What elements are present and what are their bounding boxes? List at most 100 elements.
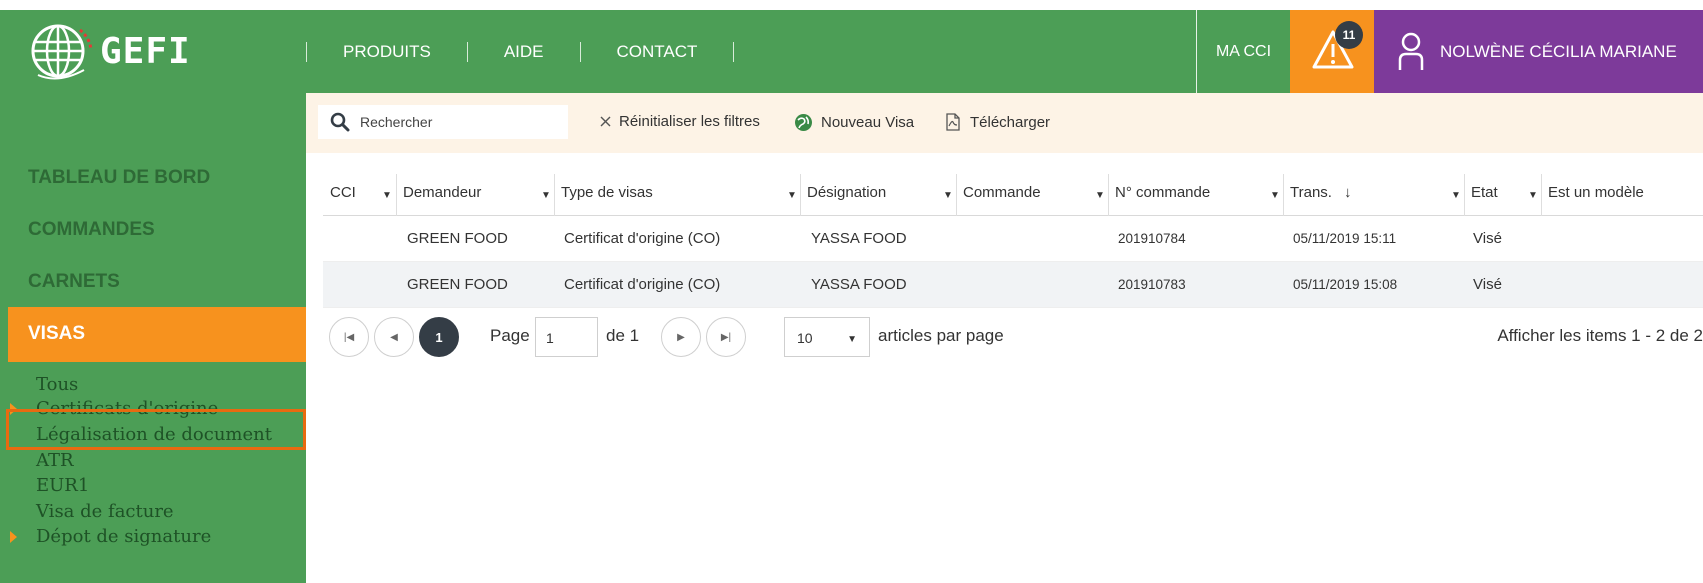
column-header-commande[interactable]: Commande bbox=[963, 168, 1041, 216]
page-total-label: de 1 bbox=[606, 326, 640, 345]
column-divider bbox=[554, 174, 555, 216]
search-input[interactable] bbox=[360, 114, 560, 130]
cell-etat: Visé bbox=[1473, 230, 1502, 247]
cell-numero: 201910783 bbox=[1118, 277, 1186, 292]
ma-cci-link[interactable]: MA CCI bbox=[1197, 10, 1290, 93]
table-header: CCI ▼ Demandeur ▼ Type de visas ▼ Désign… bbox=[323, 168, 1703, 216]
previous-page-button[interactable]: ◀ bbox=[374, 317, 414, 357]
sidebar-sub-visa-facture[interactable]: Visa de facture bbox=[36, 501, 174, 522]
cell-designation: YASSA FOOD bbox=[811, 230, 907, 247]
sidebar-item-commandes[interactable]: COMMANDES bbox=[28, 219, 155, 241]
cell-etat: Visé bbox=[1473, 276, 1502, 293]
cell-designation: YASSA FOOD bbox=[811, 276, 907, 293]
visas-table: CCI ▼ Demandeur ▼ Type de visas ▼ Désign… bbox=[323, 168, 1703, 308]
column-title: Etat bbox=[1471, 183, 1498, 201]
column-header-designation[interactable]: Désignation bbox=[807, 168, 886, 216]
column-title: N° commande bbox=[1115, 183, 1211, 201]
last-page-icon: ▶| bbox=[720, 331, 732, 343]
nav-produits[interactable]: PRODUITS bbox=[307, 42, 467, 62]
sidebar-item-carnets[interactable]: CARNETS bbox=[28, 271, 120, 293]
nav-contact[interactable]: CONTACT bbox=[581, 42, 734, 62]
column-header-etat[interactable]: Etat bbox=[1471, 168, 1498, 216]
pdf-file-icon bbox=[946, 113, 960, 131]
next-page-icon: ▶ bbox=[677, 331, 685, 343]
sidebar-sub-depot-signature[interactable]: Dépot de signature bbox=[36, 526, 211, 547]
logo-text: GEFI bbox=[100, 30, 191, 72]
next-page-button[interactable]: ▶ bbox=[661, 317, 701, 357]
user-menu[interactable]: NOLWÈNE CÉCILIA MARIANE bbox=[1374, 10, 1703, 93]
new-visa-button[interactable]: Nouveau Visa bbox=[794, 113, 914, 132]
cell-demandeur: GREEN FOOD bbox=[407, 276, 508, 293]
column-divider bbox=[956, 174, 957, 216]
pagination: |◀ ◀ 1 Page 1 de 1 ▶ ▶| 10 ▼ articles pa… bbox=[323, 314, 1703, 364]
search-icon bbox=[330, 112, 350, 132]
column-title: CCI bbox=[330, 183, 356, 201]
table-row[interactable]: GREEN FOOD Certificat d'origine (CO) YAS… bbox=[323, 216, 1703, 262]
sidebar-sub-tous[interactable]: Tous bbox=[36, 374, 78, 395]
top-header: GEFI PRODUITS AIDE CONTACT MA CCI 11 NOL… bbox=[0, 10, 1703, 93]
top-nav: PRODUITS AIDE CONTACT bbox=[306, 10, 735, 93]
page-label: Page bbox=[490, 326, 530, 345]
page-size-select[interactable]: 10 ▼ bbox=[784, 317, 870, 357]
logo[interactable]: GEFI bbox=[28, 20, 191, 82]
globe-add-icon bbox=[795, 114, 812, 131]
last-page-button[interactable]: ▶| bbox=[706, 317, 746, 357]
cell-type: Certificat d'origine (CO) bbox=[564, 230, 721, 247]
column-header-est-un-modele[interactable]: Est un modèle bbox=[1548, 168, 1644, 216]
selection-highlight bbox=[6, 409, 306, 450]
cell-trans: 05/11/2019 15:11 bbox=[1293, 231, 1397, 246]
sidebar-sub-eur1[interactable]: EUR1 bbox=[36, 475, 89, 496]
download-button[interactable]: Télécharger bbox=[944, 113, 1050, 131]
chevron-down-icon: ▼ bbox=[847, 334, 857, 345]
page: GEFI PRODUITS AIDE CONTACT MA CCI 11 NOL… bbox=[0, 10, 1703, 583]
column-divider bbox=[1464, 174, 1465, 216]
column-title: Type de visas bbox=[561, 183, 653, 201]
reset-filters-label: Réinitialiser les filtres bbox=[619, 113, 760, 130]
toolbar: Réinitialiser les filtres Nouveau Visa T… bbox=[306, 93, 1703, 153]
column-header-cci[interactable]: CCI bbox=[330, 168, 356, 216]
column-divider bbox=[1108, 174, 1109, 216]
sidebar-item-label: VISAS bbox=[28, 323, 86, 344]
column-header-trans[interactable]: Trans. ↓ bbox=[1290, 168, 1351, 216]
close-icon bbox=[600, 116, 611, 127]
page-size-label: articles par page bbox=[878, 326, 1004, 345]
cell-type: Certificat d'origine (CO) bbox=[564, 276, 721, 293]
sort-arrow-icon: ↓ bbox=[1343, 183, 1352, 201]
user-name: NOLWÈNE CÉCILIA MARIANE bbox=[1440, 41, 1677, 61]
page-number-input[interactable]: 1 bbox=[535, 317, 598, 357]
cell-trans: 05/11/2019 15:08 bbox=[1293, 277, 1398, 292]
table-row[interactable]: GREEN FOOD Certificat d'origine (CO) YAS… bbox=[323, 262, 1703, 308]
page-size-value: 10 bbox=[797, 330, 813, 346]
column-divider bbox=[1283, 174, 1284, 216]
sidebar-item-visas[interactable]: VISAS bbox=[8, 307, 306, 362]
sidebar-item-tableau-de-bord[interactable]: TABLEAU DE BORD bbox=[28, 167, 210, 189]
cell-numero: 201910784 bbox=[1118, 231, 1186, 246]
globe-icon bbox=[31, 24, 93, 80]
column-title: Demandeur bbox=[403, 183, 482, 201]
column-title: Est un modèle bbox=[1548, 183, 1644, 201]
column-header-type-visas[interactable]: Type de visas bbox=[561, 168, 653, 216]
column-title: Désignation bbox=[807, 183, 887, 201]
search-box bbox=[318, 105, 568, 139]
column-title: Commande bbox=[963, 183, 1041, 201]
nav-divider bbox=[733, 41, 735, 62]
column-title: Trans. bbox=[1290, 183, 1332, 201]
items-info: Afficher les items 1 - 2 de 2 bbox=[1497, 326, 1703, 345]
arrow-right-icon bbox=[10, 531, 17, 543]
cell-demandeur: GREEN FOOD bbox=[407, 230, 508, 247]
current-page-button[interactable]: 1 bbox=[419, 317, 459, 357]
column-divider bbox=[1541, 174, 1542, 216]
alert-count-badge: 11 bbox=[1335, 21, 1363, 49]
column-header-numero-commande[interactable]: N° commande bbox=[1115, 168, 1210, 216]
new-visa-label: Nouveau Visa bbox=[821, 114, 915, 131]
column-divider bbox=[396, 174, 397, 216]
nav-aide[interactable]: AIDE bbox=[468, 42, 580, 62]
sidebar-sub-atr[interactable]: ATR bbox=[36, 450, 74, 471]
column-header-demandeur[interactable]: Demandeur bbox=[403, 168, 481, 216]
sidebar: TABLEAU DE BORD COMMANDES CARNETS VISAS … bbox=[0, 93, 306, 583]
first-page-icon: |◀ bbox=[343, 331, 355, 343]
first-page-button[interactable]: |◀ bbox=[329, 317, 369, 357]
alerts-button[interactable]: 11 bbox=[1290, 10, 1374, 93]
previous-page-icon: ◀ bbox=[390, 331, 398, 343]
reset-filters-button[interactable]: Réinitialiser les filtres bbox=[600, 113, 760, 130]
